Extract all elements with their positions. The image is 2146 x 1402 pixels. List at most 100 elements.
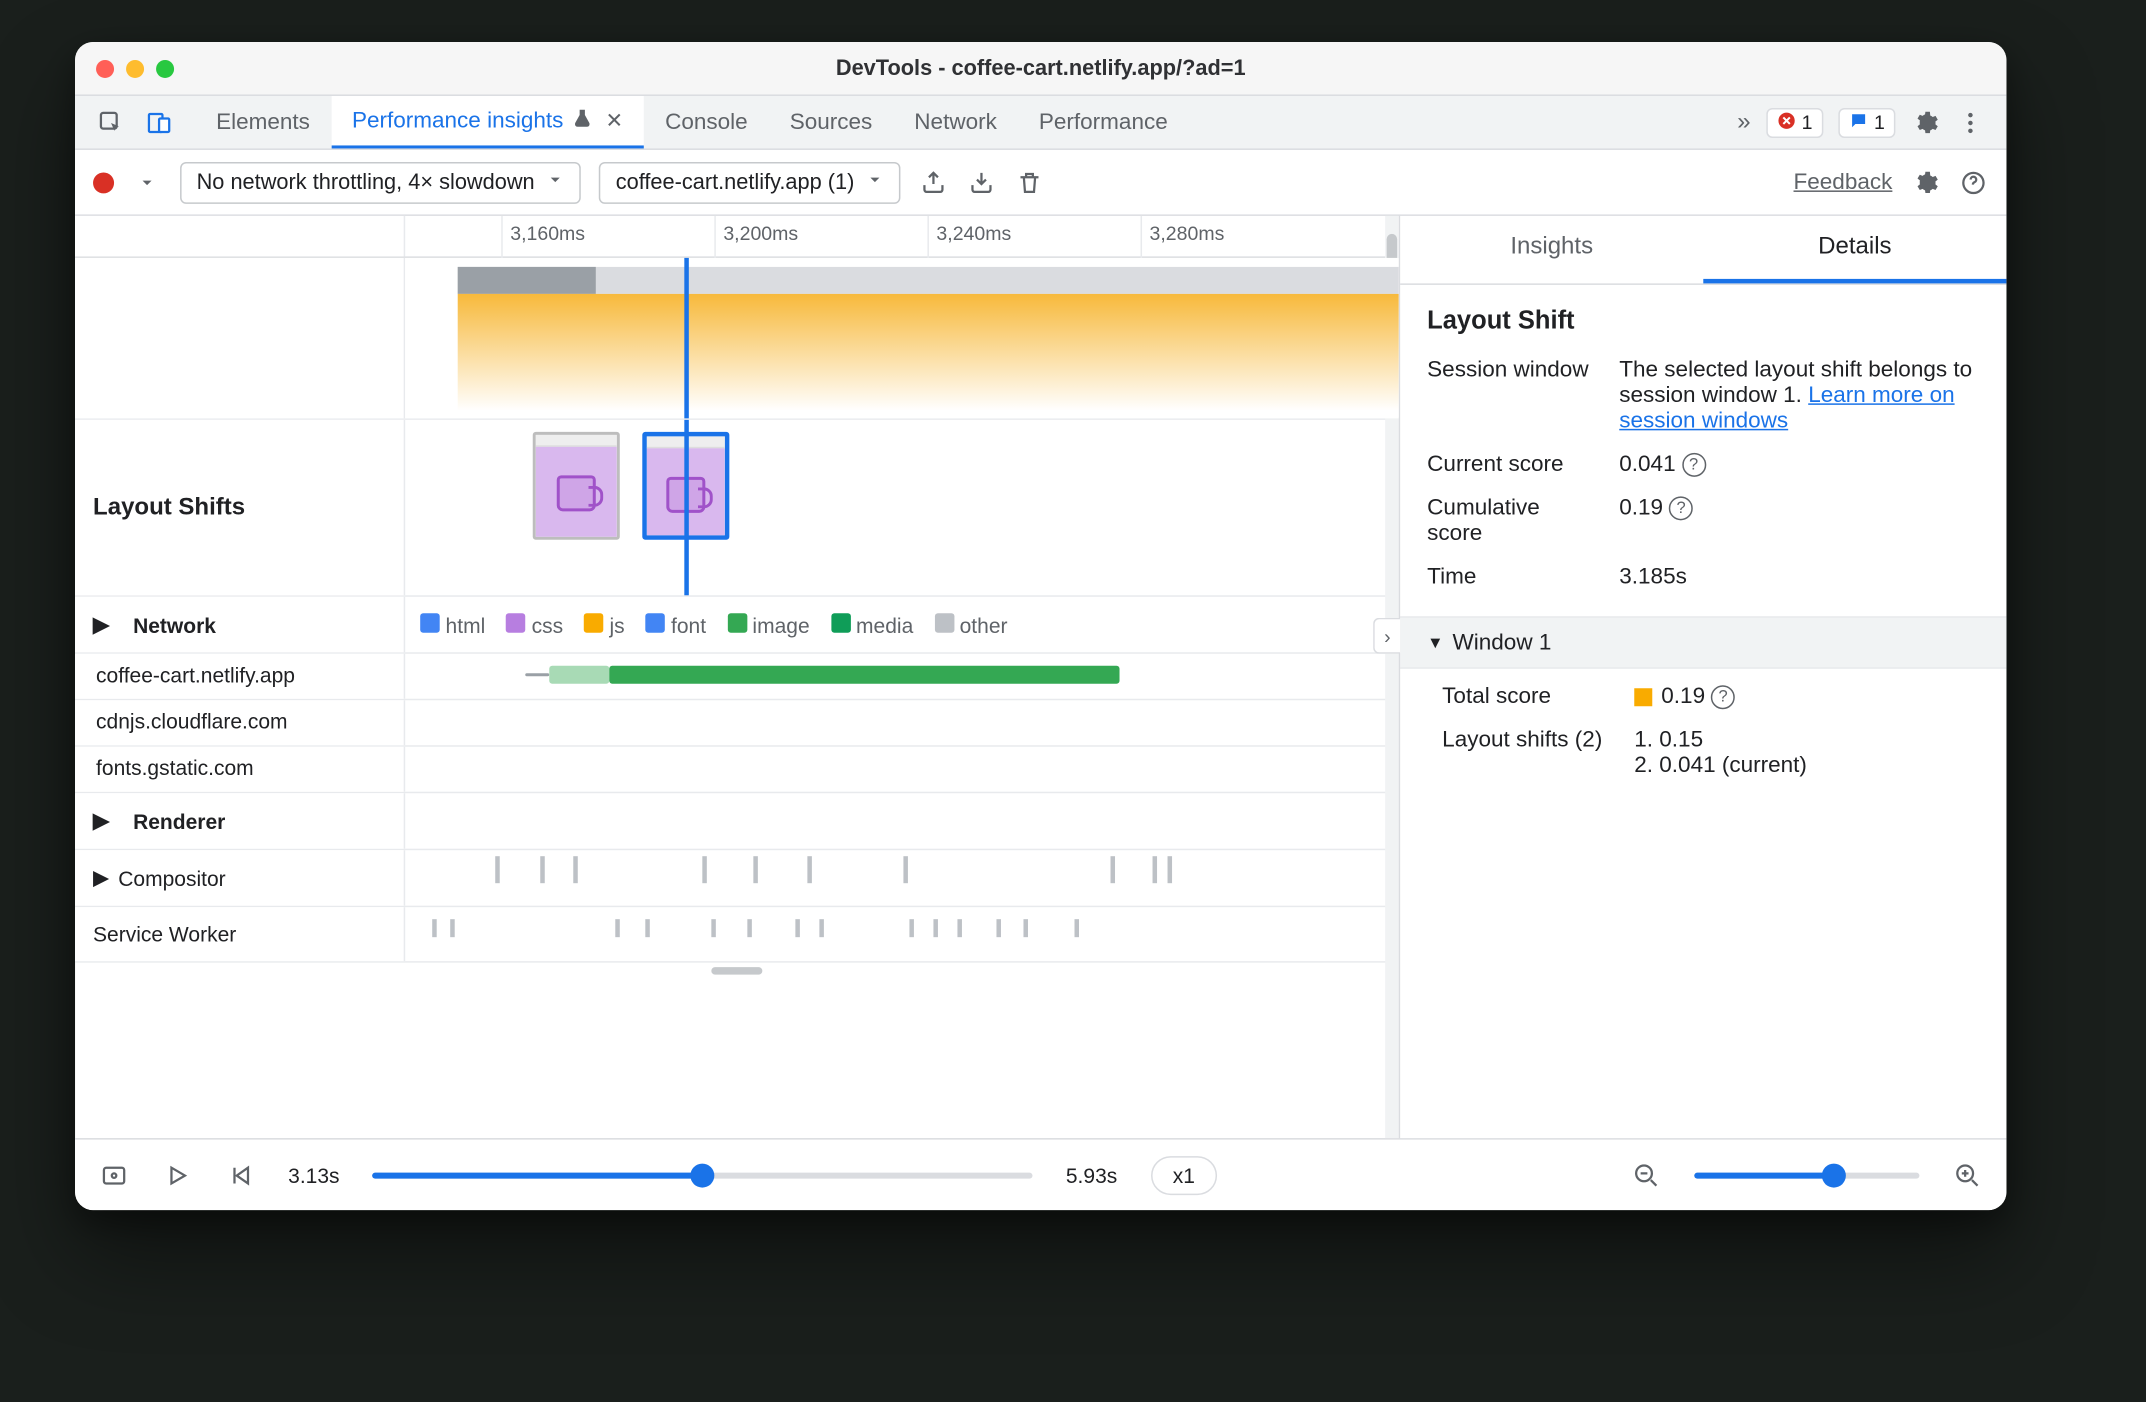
legend-font: font	[671, 613, 706, 637]
renderer-row: ▶ Renderer	[75, 793, 1399, 850]
close-window-button[interactable]	[96, 60, 114, 78]
network-host-row[interactable]: fonts.gstatic.com	[75, 747, 1399, 793]
layout-shifts-row: Layout Shifts	[75, 420, 1399, 597]
tab-performance-insights[interactable]: Performance insights ✕	[331, 96, 644, 148]
shift-item[interactable]: 2. 0.041 (current)	[1634, 753, 1979, 778]
flame-track-bg	[458, 267, 1399, 294]
maximize-window-button[interactable]	[156, 60, 174, 78]
kv-key: Session window	[1427, 357, 1592, 433]
legend-other: other	[960, 613, 1008, 637]
settings-icon[interactable]	[1910, 107, 1940, 137]
errors-badge[interactable]: 1	[1766, 107, 1823, 137]
time-slider[interactable]	[373, 1172, 1033, 1178]
sidepanel-tab-details[interactable]: Details	[1703, 216, 2006, 283]
page-dropdown[interactable]: coffee-cart.netlify.app (1)	[599, 161, 901, 203]
help-icon[interactable]	[1958, 167, 1988, 197]
rewind-start-icon[interactable]	[225, 1160, 255, 1190]
collapse-sidepanel-button[interactable]: ›	[1373, 618, 1400, 654]
playhead[interactable]	[684, 258, 689, 418]
insights-toolbar: No network throttling, 4× slowdown coffe…	[75, 150, 2006, 216]
device-toolbar-icon[interactable]	[144, 107, 174, 137]
more-tabs-icon[interactable]: »	[1737, 109, 1750, 136]
main-split: › 3,160ms 3,200ms 3,240ms 3,280ms	[75, 216, 2006, 1138]
minimize-window-button[interactable]	[126, 60, 144, 78]
tab-label: Details	[1818, 234, 1891, 259]
window-title: DevTools - coffee-cart.netlify.app/?ad=1	[836, 56, 1246, 80]
flame-gradient	[458, 294, 1399, 417]
messages-badge[interactable]: 1	[1838, 107, 1895, 137]
tab-label: Performance	[1039, 109, 1168, 134]
network-host: fonts.gstatic.com	[75, 747, 405, 792]
chevron-down-icon	[547, 170, 565, 194]
zoom-in-icon[interactable]	[1952, 1160, 1982, 1190]
shift-item[interactable]: 1. 0.15	[1634, 727, 1979, 752]
compositor-label: Compositor	[118, 866, 225, 890]
messages-count: 1	[1874, 111, 1885, 133]
record-menu-caret-icon[interactable]	[132, 167, 162, 197]
help-icon[interactable]: ?	[1711, 685, 1735, 709]
ruler-tick: 3,280ms	[1150, 222, 1225, 244]
network-host-row[interactable]: coffee-cart.netlify.app	[75, 654, 1399, 700]
panel-settings-icon[interactable]	[1910, 167, 1940, 197]
network-legend: html css js font image media other	[405, 597, 1398, 652]
tab-label: Performance insights	[352, 108, 563, 133]
feedback-link[interactable]: Feedback	[1794, 169, 1893, 194]
tab-sources[interactable]: Sources	[769, 96, 894, 148]
layout-shift-thumbnail[interactable]	[533, 432, 620, 540]
screenshot-toggle-icon[interactable]	[99, 1160, 129, 1190]
disclosure-triangle-icon[interactable]: ▶	[93, 612, 109, 637]
time-start: 3.13s	[288, 1163, 339, 1187]
resize-handle[interactable]	[75, 963, 1399, 978]
import-icon[interactable]	[967, 167, 997, 197]
window-disclosure[interactable]: ▼ Window 1	[1400, 616, 2006, 668]
close-tab-icon[interactable]: ✕	[605, 108, 623, 133]
kv-key: Layout shifts (2)	[1442, 727, 1607, 778]
tab-network[interactable]: Network	[893, 96, 1018, 148]
disclosure-triangle-icon[interactable]: ▶	[93, 865, 109, 890]
legend-media: media	[856, 613, 913, 637]
network-label: Network	[133, 613, 216, 637]
inspect-element-icon[interactable]	[96, 107, 126, 137]
export-icon[interactable]	[919, 167, 949, 197]
legend-image: image	[752, 613, 809, 637]
time-ruler: 3,160ms 3,200ms 3,240ms 3,280ms	[75, 216, 1399, 258]
error-icon	[1776, 110, 1796, 134]
renderer-label: Renderer	[133, 809, 225, 833]
tab-label: Insights	[1510, 234, 1593, 259]
network-host: coffee-cart.netlify.app	[75, 654, 405, 699]
service-worker-row: Service Worker	[75, 907, 1399, 962]
devtools-tabbar: Elements Performance insights ✕ Console …	[75, 96, 2006, 150]
tab-label: Console	[665, 109, 748, 134]
flame-row	[75, 258, 1399, 420]
errors-count: 1	[1802, 111, 1813, 133]
zoom-slider[interactable]	[1694, 1172, 1919, 1178]
throttling-dropdown[interactable]: No network throttling, 4× slowdown	[180, 161, 581, 203]
help-icon[interactable]: ?	[1669, 496, 1693, 520]
score-chip-icon	[1634, 688, 1652, 706]
sidepanel-tab-insights[interactable]: Insights	[1400, 216, 1703, 283]
flame-segment[interactable]	[458, 267, 596, 294]
chevron-down-icon	[866, 170, 884, 194]
tab-performance[interactable]: Performance	[1018, 96, 1189, 148]
tab-console[interactable]: Console	[644, 96, 769, 148]
delete-icon[interactable]	[1015, 167, 1045, 197]
ruler-tick: 3,200ms	[723, 222, 798, 244]
details-heading: Layout Shift	[1427, 306, 1979, 336]
legend-js: js	[609, 613, 624, 637]
speed-pill[interactable]: x1	[1150, 1155, 1217, 1194]
help-icon[interactable]: ?	[1682, 453, 1706, 477]
kebab-menu-icon[interactable]	[1955, 107, 1985, 137]
message-icon	[1849, 110, 1869, 134]
cup-icon	[557, 475, 596, 511]
playhead[interactable]	[684, 420, 689, 595]
record-button[interactable]	[93, 172, 114, 193]
kv-value: 0.19?	[1619, 495, 1979, 546]
play-icon[interactable]	[162, 1160, 192, 1190]
network-host: cdnjs.cloudflare.com	[75, 700, 405, 745]
kv-value: 3.185s	[1619, 564, 1979, 589]
zoom-out-icon[interactable]	[1631, 1160, 1661, 1190]
network-host-row[interactable]: cdnjs.cloudflare.com	[75, 700, 1399, 746]
tab-elements[interactable]: Elements	[195, 96, 331, 148]
disclosure-triangle-icon[interactable]: ▶	[93, 808, 109, 833]
page-label: coffee-cart.netlify.app (1)	[616, 170, 855, 194]
